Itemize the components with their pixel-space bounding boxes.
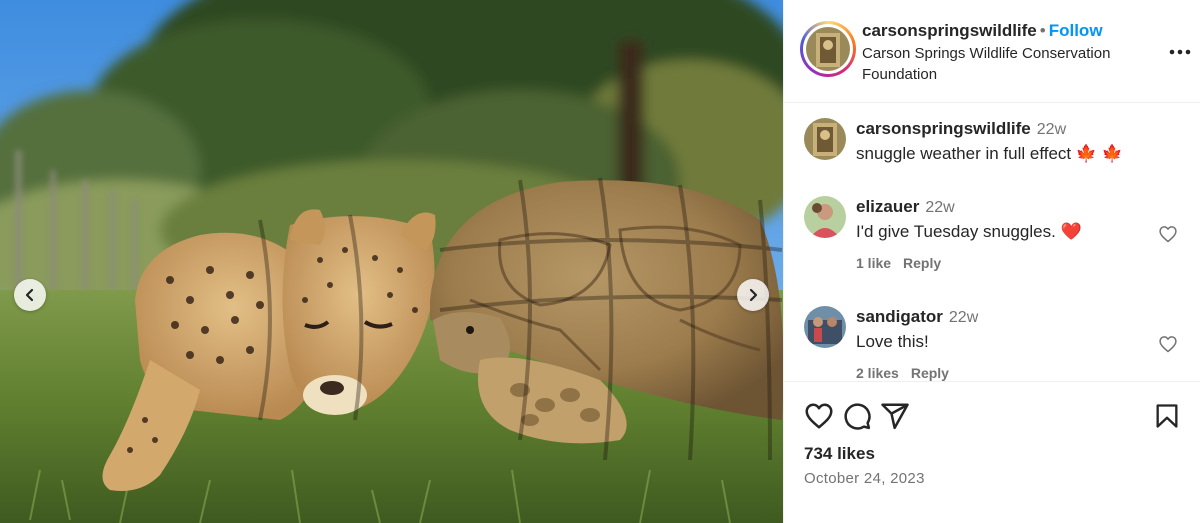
comment-time: 22w [925, 199, 955, 216]
next-photo-button[interactable] [737, 279, 769, 311]
comment-likes[interactable]: 1 like [856, 255, 891, 271]
post-header: carsonspringswildlife • Follow Carson Spri… [784, 0, 1200, 103]
previous-photo-button[interactable] [14, 279, 46, 311]
comment-text: Love this! [856, 332, 929, 351]
caption-text: snuggle weather in full effect 🍁 🍁 [856, 144, 1123, 163]
reply-button[interactable]: Reply [911, 365, 949, 381]
story-ring[interactable] [800, 21, 856, 77]
comment-icon [844, 403, 871, 430]
comment-username[interactable]: elizauer [856, 197, 919, 216]
share-icon [881, 403, 909, 430]
post-date[interactable]: October 24, 2023 [804, 470, 925, 487]
follow-button[interactable]: Follow [1049, 21, 1103, 40]
post-photo[interactable] [0, 0, 783, 523]
comment-text: I'd give Tuesday snuggles. ❤️ [856, 222, 1082, 241]
like-count[interactable]: 734 likes [804, 444, 875, 464]
comments-list[interactable]: carsonspringswildlife 22w snuggle weather… [784, 103, 1200, 382]
caption-username[interactable]: carsonspringswildlife [856, 119, 1031, 138]
chevron-left-icon [25, 288, 34, 302]
bookmark-icon [1156, 404, 1178, 428]
like-comment-heart-icon[interactable] [1158, 224, 1178, 244]
reply-button[interactable]: Reply [903, 255, 941, 271]
like-button[interactable] [802, 399, 836, 433]
heart-icon [805, 403, 833, 429]
author-avatar [806, 27, 850, 71]
comment-likes[interactable]: 2 likes [856, 365, 899, 381]
more-options-icon [1169, 49, 1191, 55]
separator-dot: • [1039, 21, 1046, 40]
commenter-avatar[interactable] [804, 196, 846, 238]
post-actions: 734 likes October 24, 2023 [784, 382, 1200, 523]
save-button[interactable] [1150, 399, 1184, 433]
caption-avatar[interactable] [804, 118, 846, 160]
author-username[interactable]: carsonspringswildlife [862, 21, 1037, 40]
instagram-post: carsonspringswildlife • Follow Carson Spri… [0, 0, 1200, 523]
chevron-right-icon [749, 288, 758, 302]
author-subtitle[interactable]: Carson Springs Wildlife Conservation Fou… [862, 43, 1140, 85]
post-sidebar: carsonspringswildlife • Follow Carson Spri… [783, 0, 1200, 523]
comment-time: 22w [948, 309, 979, 326]
commenter-avatar[interactable] [804, 306, 846, 348]
comment-button[interactable] [840, 399, 874, 433]
share-button[interactable] [878, 399, 912, 433]
like-comment-heart-icon[interactable] [1158, 334, 1178, 354]
caption-time: 22w [1036, 121, 1067, 138]
comment-username[interactable]: sandigator [856, 307, 943, 326]
more-options-button[interactable] [1168, 40, 1192, 64]
cheetah-and-tortoise-photo [0, 0, 783, 523]
